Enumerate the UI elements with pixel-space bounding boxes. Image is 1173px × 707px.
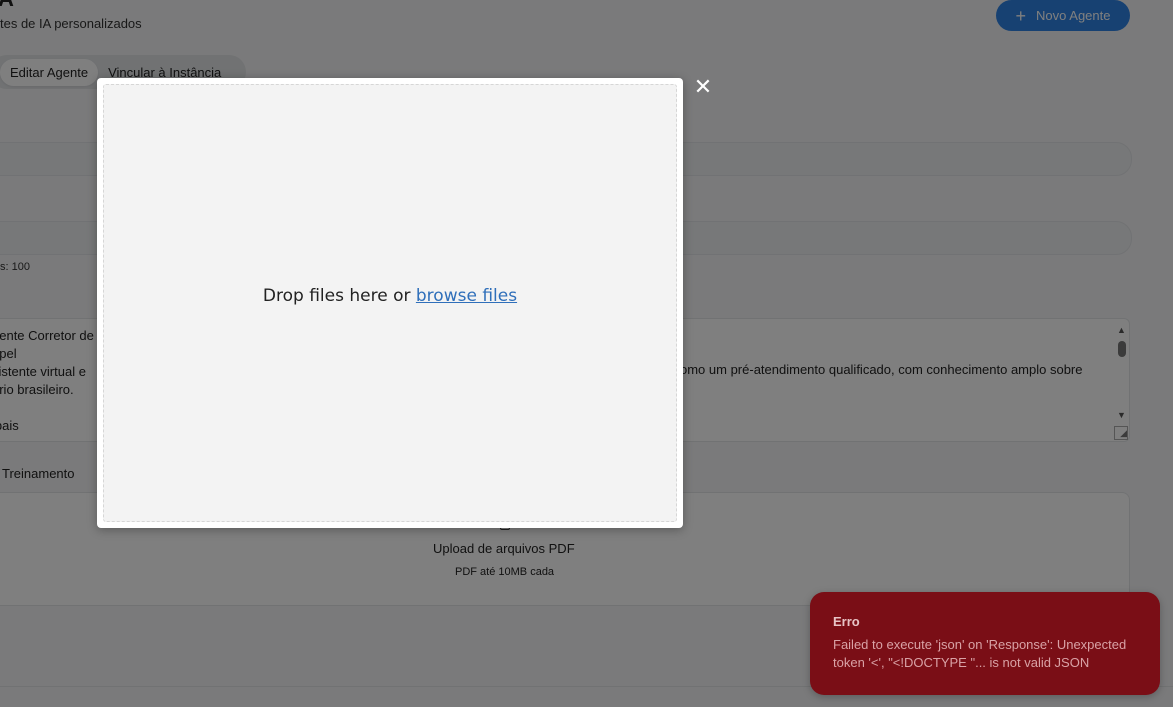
file-dropzone[interactable]: Drop files here or browse files	[103, 84, 677, 522]
toast-title: Erro	[833, 614, 860, 629]
drop-text: Drop files here or	[262, 286, 416, 306]
drop-instructions: Drop files here or browse files	[263, 286, 517, 306]
toast-message: Failed to execute 'json' on 'Response': …	[833, 637, 1127, 670]
error-toast[interactable]: Erro Failed to execute 'json' on 'Respon…	[810, 592, 1160, 695]
close-icon[interactable]: ✕	[692, 76, 714, 98]
file-upload-modal: Drop files here or browse files	[97, 78, 683, 528]
browse-files-link[interactable]: browse files	[416, 286, 517, 306]
